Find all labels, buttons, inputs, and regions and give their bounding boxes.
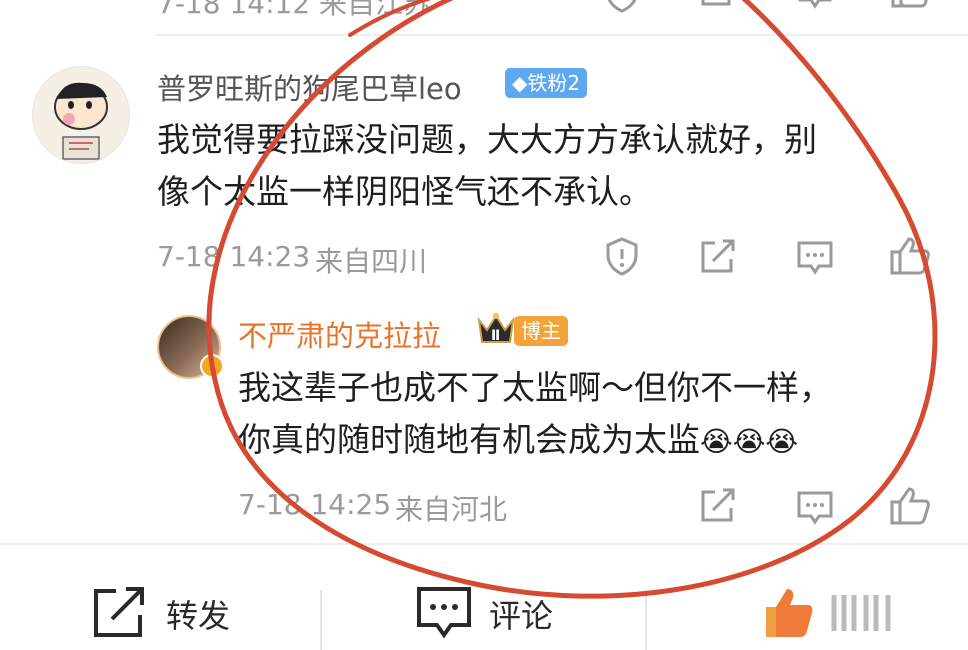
reply-text-line2: 你真的随时随地有机会成为太监😭😭😭 bbox=[238, 414, 832, 468]
report-icon[interactable] bbox=[604, 237, 640, 277]
diamond-icon: ◆ bbox=[512, 71, 528, 95]
fan-badge: ◆铁粉2 bbox=[505, 68, 588, 98]
reply-text-line1: 我这辈子也成不了太监啊～但你不一样， bbox=[238, 368, 832, 407]
reply-text: 我这辈子也成不了太监啊～但你不一样， 你真的随时随地有机会成为太监😭😭😭 bbox=[238, 362, 832, 468]
comment-button[interactable]: 评论 bbox=[415, 585, 575, 641]
comment-text: 我觉得要拉踩没问题，大大方方承认就好，别 像个太监一样阴阳怪气还不承认。 bbox=[157, 114, 817, 218]
avatar[interactable] bbox=[32, 66, 130, 164]
like-icon[interactable] bbox=[889, 236, 931, 276]
like-icon bbox=[760, 585, 816, 641]
crown-level: Ⅱ bbox=[491, 328, 501, 344]
divider bbox=[155, 34, 968, 36]
reply-text-line2-body: 你真的随时随地有机会成为太监 bbox=[238, 420, 700, 459]
repost-button[interactable]: 转发 bbox=[90, 585, 250, 641]
previous-comment-meta: 7-18 14:12 来自江苏 bbox=[157, 0, 432, 20]
like-icon[interactable] bbox=[890, 0, 930, 10]
like-button[interactable] bbox=[760, 585, 900, 641]
share-icon[interactable] bbox=[699, 0, 735, 10]
comment-icon[interactable] bbox=[796, 490, 834, 526]
comment-icon[interactable] bbox=[797, 0, 833, 10]
comment-text-line1: 我觉得要拉踩没问题，大大方方承认就好，别 bbox=[157, 120, 817, 159]
comment-icon[interactable] bbox=[796, 240, 834, 276]
bottom-action-bar: 转发 评论 bbox=[0, 543, 968, 650]
repost-label: 转发 bbox=[166, 597, 231, 635]
fan-badge-label: 铁粉2 bbox=[527, 71, 581, 95]
divider bbox=[645, 590, 647, 650]
comment-icon bbox=[415, 585, 473, 641]
like-icon[interactable] bbox=[889, 486, 931, 526]
comment-username[interactable]: 普罗旺斯的狗尾巴草leo bbox=[157, 66, 462, 108]
comment-location: 来自四川 bbox=[315, 245, 428, 278]
comment-time: 7-18 14:23 bbox=[157, 240, 311, 273]
author-badge: 博主 bbox=[514, 316, 568, 346]
reply-avatar-badge-icon bbox=[200, 354, 224, 378]
divider bbox=[320, 590, 322, 650]
avatar-cartoon-icon bbox=[54, 82, 108, 160]
reply-time: 7-18 14:25 bbox=[238, 488, 392, 521]
share-icon[interactable] bbox=[699, 488, 737, 524]
like-count-icon bbox=[830, 591, 900, 635]
comment-text-line2: 像个太监一样阴阳怪气还不承认。 bbox=[157, 172, 652, 211]
repost-icon bbox=[90, 585, 150, 641]
crying-laughing-emoji: 😭😭😭 bbox=[700, 425, 799, 458]
share-icon[interactable] bbox=[699, 239, 737, 275]
report-icon[interactable] bbox=[604, 0, 640, 14]
reply-location: 来自河北 bbox=[395, 493, 508, 526]
comment-label: 评论 bbox=[489, 597, 554, 635]
reply-username[interactable]: 不严肃的克拉拉 bbox=[238, 313, 441, 355]
